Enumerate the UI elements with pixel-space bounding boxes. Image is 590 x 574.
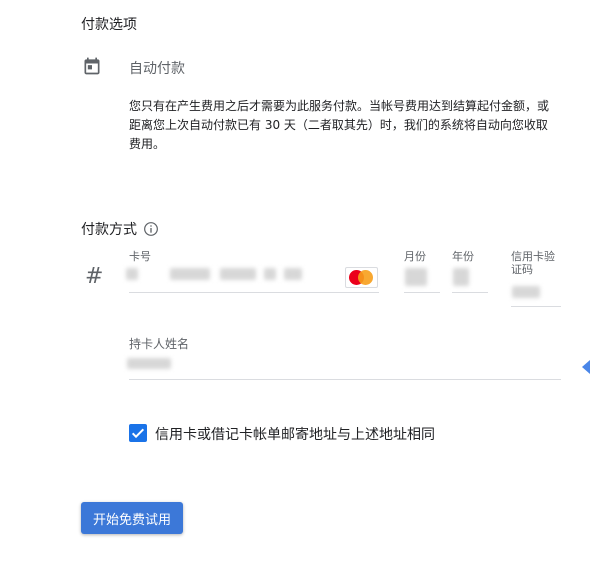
month-underline bbox=[404, 292, 440, 293]
cvc-input[interactable] bbox=[512, 286, 540, 298]
cardholder-underline bbox=[129, 379, 561, 380]
month-label: 月份 bbox=[404, 250, 426, 263]
start-free-trial-button[interactable]: 开始免费试用 bbox=[81, 502, 183, 534]
card-number-underline bbox=[129, 292, 379, 293]
cardholder-label: 持卡人姓名 bbox=[129, 337, 190, 351]
edge-arrow-icon bbox=[582, 360, 590, 374]
same-address-checkbox[interactable] bbox=[129, 424, 147, 442]
payment-setup-page: 付款选项 自动付款 您只有在产生费用之后才需要为此服务付款。当帐号费用达到结算起… bbox=[0, 0, 590, 574]
year-label: 年份 bbox=[452, 250, 474, 263]
check-icon bbox=[131, 428, 145, 439]
payment-options-title: 付款选项 bbox=[81, 17, 137, 33]
year-input[interactable] bbox=[453, 268, 469, 286]
calendar-icon bbox=[84, 57, 100, 75]
cvc-underline bbox=[511, 306, 561, 307]
payment-method-header: 付款方式 bbox=[81, 219, 159, 239]
year-underline bbox=[452, 292, 488, 293]
same-address-label[interactable]: 信用卡或借记卡帐单邮寄地址与上述地址相同 bbox=[155, 424, 435, 444]
hash-icon: # bbox=[85, 264, 104, 289]
autopay-description: 您只有在产生费用之后才需要为此服务付款。当帐号费用达到结算起付金额，或距离您上次… bbox=[129, 99, 550, 151]
cvc-label: 信用卡验证码 bbox=[511, 250, 555, 276]
info-icon[interactable] bbox=[143, 221, 159, 237]
card-number-label: 卡号 bbox=[129, 250, 151, 263]
month-input[interactable] bbox=[405, 268, 427, 286]
card-number-input[interactable] bbox=[126, 268, 304, 280]
mastercard-icon bbox=[345, 267, 378, 288]
cardholder-input[interactable] bbox=[127, 358, 171, 369]
autopay-label: 自动付款 bbox=[129, 61, 185, 77]
payment-method-title: 付款方式 bbox=[81, 222, 137, 238]
